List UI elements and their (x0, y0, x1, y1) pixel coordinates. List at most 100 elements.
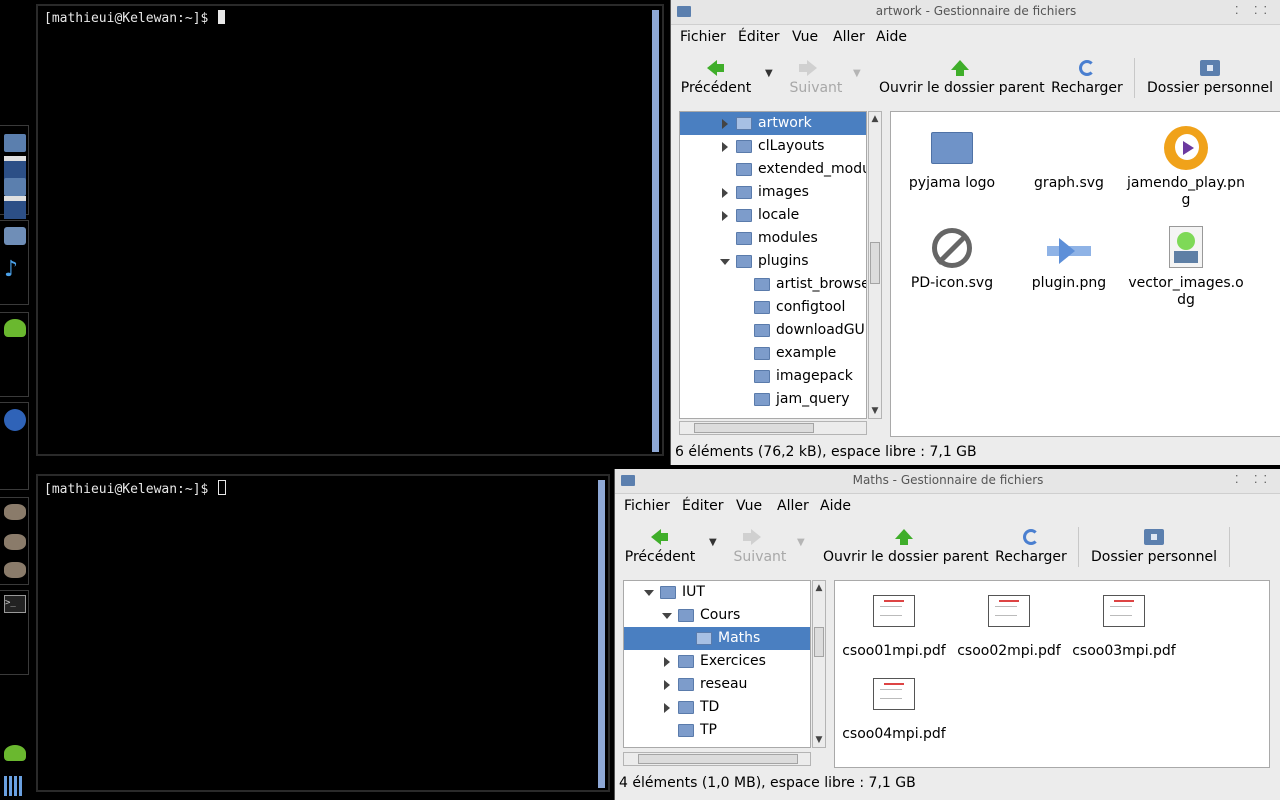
tree-item-cllayouts[interactable]: clLayouts (680, 135, 866, 158)
scroll-down-arrow[interactable]: ▼ (814, 734, 824, 746)
menu-fichier[interactable]: Fichier (680, 29, 726, 45)
reload-button[interactable]: Recharger (1051, 52, 1123, 102)
forward-history-dropdown[interactable]: ▼ (853, 68, 861, 79)
menu-vue[interactable]: Vue (792, 29, 818, 45)
tree-item-exercices[interactable]: Exercices (624, 650, 810, 673)
home-folder-button[interactable]: Dossier personnel (1089, 521, 1219, 571)
forward-button[interactable]: Suivant (783, 52, 849, 102)
file-item[interactable]: csoo01mpi.pdf (835, 581, 953, 660)
tree-horizontal-scrollbar[interactable] (623, 752, 811, 766)
scroll-thumb[interactable] (638, 754, 798, 764)
scroll-down-arrow[interactable]: ▼ (870, 405, 880, 417)
scroll-thumb[interactable] (694, 423, 814, 433)
tree-item-artwork[interactable]: artwork (680, 112, 866, 135)
expander-closed-icon[interactable] (722, 119, 728, 129)
expander-closed-icon[interactable] (664, 703, 670, 713)
tree-vertical-scrollbar[interactable]: ▲ ▼ (812, 580, 826, 748)
expander-closed-icon[interactable] (722, 142, 728, 152)
tree-item-images[interactable]: images (680, 181, 866, 204)
menu-aller[interactable]: Aller (777, 498, 809, 514)
expander-open-icon[interactable] (662, 613, 672, 619)
signal-icon[interactable] (4, 776, 26, 796)
tree-item-td[interactable]: TD (624, 696, 810, 719)
file-item[interactable]: jamendo_play.png (1127, 112, 1245, 208)
scroll-up-arrow[interactable]: ▲ (814, 582, 824, 594)
file-item[interactable]: graph.svg (1010, 112, 1128, 208)
terminal-scrollbar[interactable] (652, 10, 659, 452)
forward-button[interactable]: Suivant (727, 521, 793, 571)
parent-folder-button[interactable]: Ouvrir le dossier parent (879, 52, 1045, 102)
folder-tree[interactable]: IUT Cours Maths Exercices reseau TD TP (623, 580, 811, 748)
menu-editer[interactable]: Éditer (738, 29, 779, 45)
reload-button[interactable]: Recharger (995, 521, 1067, 571)
music-note-icon[interactable]: ♪ (4, 259, 26, 281)
tree-item-artist-browser[interactable]: artist_browser (680, 273, 866, 296)
folder-icon[interactable] (4, 134, 26, 152)
gimp-icon[interactable] (4, 534, 26, 550)
file-item[interactable]: csoo02mpi.pdf (950, 581, 1068, 660)
file-item[interactable]: plugin.png (1010, 212, 1128, 308)
tree-item-configtool[interactable]: configtool (680, 296, 866, 319)
window-icon[interactable] (4, 196, 26, 219)
tree-item-example[interactable]: example (680, 342, 866, 365)
window-titlebar[interactable]: Maths - Gestionnaire de fichiers ⁚ ⁚⁚ (615, 469, 1280, 494)
gimp-icon[interactable] (4, 562, 26, 578)
terminal-bottom[interactable]: [mathieui@Kelewan:~]$ (36, 474, 610, 792)
tree-item-downloadgui[interactable]: downloadGUI (680, 319, 866, 342)
expander-open-icon[interactable] (644, 590, 654, 596)
menu-fichier[interactable]: Fichier (624, 498, 670, 514)
tree-item-cours[interactable]: Cours (624, 604, 810, 627)
back-button[interactable]: Précédent (677, 52, 755, 102)
file-item[interactable]: pyjama logo (893, 112, 1011, 208)
file-item[interactable]: csoo04mpi.pdf (835, 664, 953, 743)
file-icon-view[interactable]: csoo01mpi.pdf csoo02mpi.pdf csoo03mpi.pdf c… (834, 580, 1270, 768)
tree-vertical-scrollbar[interactable]: ▲ ▼ (868, 111, 882, 419)
media-player-icon[interactable] (4, 227, 26, 245)
tree-horizontal-scrollbar[interactable] (679, 421, 867, 435)
expander-closed-icon[interactable] (664, 680, 670, 690)
terminal-top[interactable]: [mathieui@Kelewan:~]$ (36, 4, 664, 456)
menu-aide[interactable]: Aide (820, 498, 851, 514)
window-icon[interactable] (4, 156, 26, 179)
home-folder-button[interactable]: Dossier personnel (1145, 52, 1275, 102)
tree-item-plugins[interactable]: plugins (680, 250, 866, 273)
tree-item-imagepack[interactable]: imagepack (680, 365, 866, 388)
expander-closed-icon[interactable] (722, 188, 728, 198)
tree-item-reseau[interactable]: reseau (624, 673, 810, 696)
tree-item-maths[interactable]: Maths (624, 627, 810, 650)
menu-editer[interactable]: Éditer (682, 498, 723, 514)
user-status-icon[interactable] (4, 745, 26, 761)
menu-vue[interactable]: Vue (736, 498, 762, 514)
scroll-thumb[interactable] (814, 627, 824, 657)
menu-aide[interactable]: Aide (876, 29, 907, 45)
file-item[interactable]: PD-icon.svg (893, 212, 1011, 308)
back-button[interactable]: Précédent (621, 521, 699, 571)
window-buttons[interactable]: ⁚ ⁚⁚ (1235, 4, 1273, 17)
back-history-dropdown[interactable]: ▼ (709, 537, 717, 548)
folder-tree[interactable]: artwork clLayouts extended_modulesimages lo… (679, 111, 867, 419)
terminal-icon[interactable]: >_ (4, 595, 26, 613)
terminal-scrollbar[interactable] (598, 480, 605, 788)
scroll-thumb[interactable] (870, 242, 880, 284)
expander-closed-icon[interactable] (722, 211, 728, 221)
expander-open-icon[interactable] (720, 259, 730, 265)
folder-icon[interactable] (4, 178, 26, 196)
user-icon[interactable] (4, 319, 26, 337)
back-history-dropdown[interactable]: ▼ (765, 68, 773, 79)
tree-item-locale[interactable]: locale (680, 204, 866, 227)
forward-history-dropdown[interactable]: ▼ (797, 537, 805, 548)
window-buttons[interactable]: ⁚ ⁚⁚ (1235, 473, 1273, 486)
tree-item-jam-query[interactable]: jam_query (680, 388, 866, 411)
file-icon-view[interactable]: pyjama logo graph.svg jamendo_play.png PD-i… (890, 111, 1280, 437)
scroll-up-arrow[interactable]: ▲ (870, 113, 880, 125)
tree-item-modules[interactable]: modules (680, 227, 866, 250)
globe-icon[interactable] (4, 409, 26, 431)
window-titlebar[interactable]: artwork - Gestionnaire de fichiers ⁚ ⁚⁚ (671, 0, 1280, 25)
menu-aller[interactable]: Aller (833, 29, 865, 45)
file-item[interactable]: csoo03mpi.pdf (1065, 581, 1183, 660)
tree-item-iut[interactable]: IUT (624, 581, 810, 604)
expander-closed-icon[interactable] (664, 657, 670, 667)
file-item[interactable]: vector_images.odg (1127, 212, 1245, 308)
tree-item-extended-modules[interactable]: extended_modules (680, 158, 866, 181)
gimp-icon[interactable] (4, 504, 26, 520)
